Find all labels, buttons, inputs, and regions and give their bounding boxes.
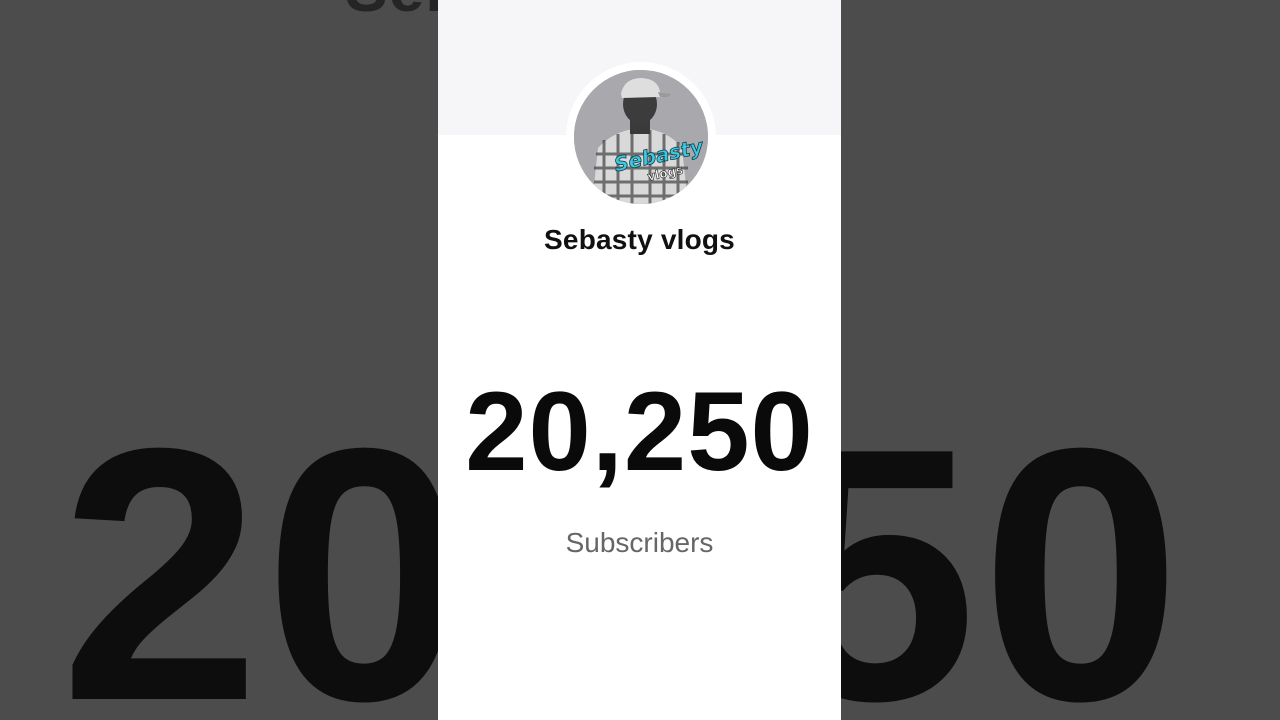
subscriber-count: 20,250 <box>465 369 814 494</box>
avatar[interactable]: Sebasty vlogs <box>574 70 708 204</box>
subscriber-label: Subscribers <box>565 527 714 558</box>
avatar-image: Sebasty vlogs <box>574 70 708 204</box>
video-frame: Sebasty vlogs 20,250 <box>0 0 1280 720</box>
subscriber-card: Sebasty vlogs Sebasty vlogs 20,250 Subsc… <box>438 0 841 720</box>
channel-name[interactable]: Sebasty vlogs <box>438 224 841 256</box>
